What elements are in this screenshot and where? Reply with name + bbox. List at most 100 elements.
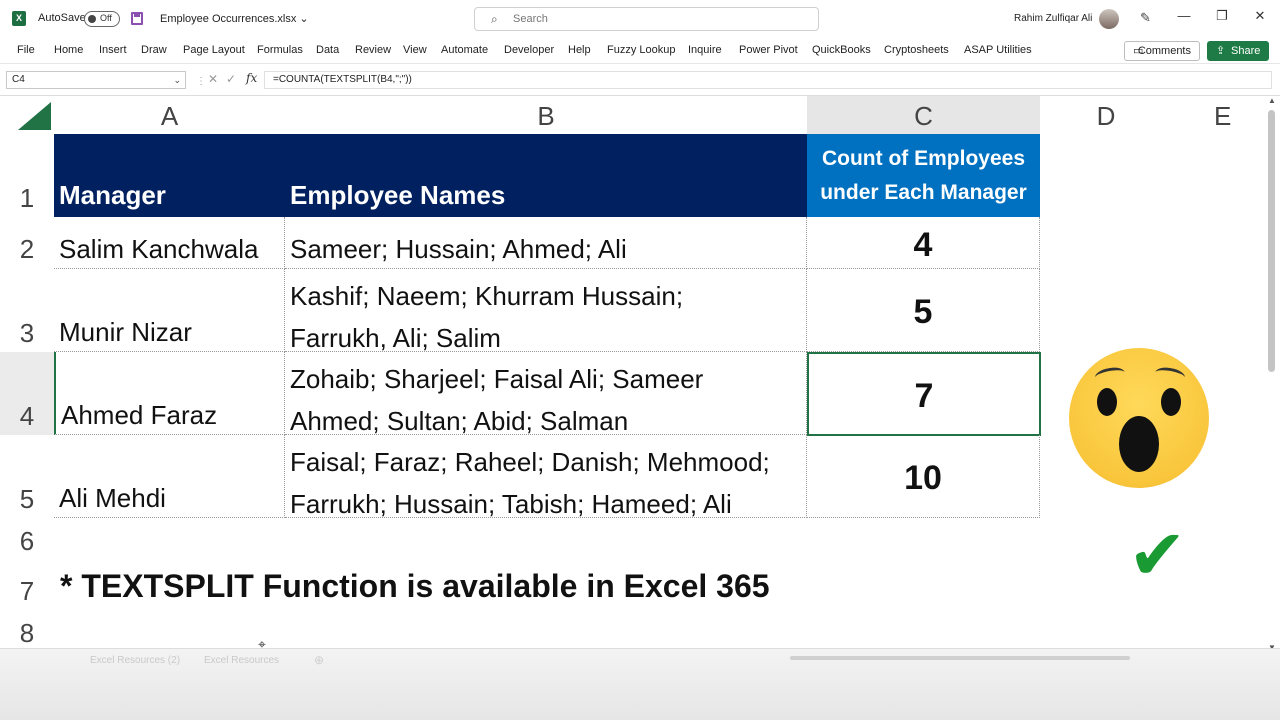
sheet-tab-excel-resources[interactable]: Excel Resources [204,655,279,666]
row-header-2[interactable]: 2 [0,217,54,269]
tab-home[interactable]: Home [54,44,83,56]
cell-c3-count[interactable]: 5 [807,269,1040,352]
select-all-triangle-icon [18,102,51,130]
cell-c4-count-active[interactable]: 7 [807,352,1041,436]
chevron-down-icon[interactable]: ⌄ [173,72,181,88]
horizontal-scrollbar[interactable] [790,656,1130,660]
cell-c5-count[interactable]: 10 [807,435,1040,518]
tab-insert[interactable]: Insert [99,44,127,56]
enter-icon[interactable]: ✓ [226,72,236,86]
employee-names-line1: Sameer; Hussain; Ahmed; Ali [290,234,627,264]
header-cell-manager[interactable]: Manager [54,134,285,217]
tab-cryptosheets[interactable]: Cryptosheets [884,44,949,56]
formula-input[interactable]: =COUNTA(TEXTSPLIT(B4,";")) [264,71,1272,89]
tab-data[interactable]: Data [316,44,339,56]
chevron-down-icon: ⌄ [299,13,309,25]
comments-button[interactable]: ▭ Comments [1124,41,1200,61]
cell-a3-manager[interactable]: Munir Nizar [54,269,285,352]
mouse-pointer-icon: ⌖ [258,636,266,652]
autosave-label: AutoSave [38,12,86,24]
scroll-thumb[interactable] [1268,110,1275,372]
header-count-line1: Count of Employees [821,147,1026,170]
checkmark-icon: ✔ [1128,516,1187,594]
tab-power-pivot[interactable]: Power Pivot [739,44,798,56]
tab-developer[interactable]: Developer [504,44,554,56]
restore-button[interactable]: ❐ [1212,8,1232,24]
column-header-c[interactable]: C [807,96,1040,134]
tab-help[interactable]: Help [568,44,591,56]
header-cell-count[interactable]: Count of Employees under Each Manager [807,134,1040,217]
tab-automate[interactable]: Automate [441,44,488,56]
autosave-toggle[interactable]: Off [84,11,120,27]
row-header-5[interactable]: 5 [0,435,54,518]
tab-inquire[interactable]: Inquire [688,44,722,56]
row-header-3[interactable]: 3 [0,269,54,352]
add-sheet-icon[interactable]: ⊕ [314,653,324,667]
cell-a5-manager[interactable]: Ali Mehdi [54,435,285,518]
cancel-icon[interactable]: ✕ [208,72,218,86]
share-button[interactable]: ⇪ Share [1207,41,1269,61]
cell-b2-employees[interactable]: Sameer; Hussain; Ahmed; Ali [285,217,807,269]
cell-b5-employees[interactable]: Faisal; Faraz; Raheel; Danish; Mehmood; … [285,435,807,518]
close-button[interactable]: ✕ [1250,8,1270,24]
tab-page-layout[interactable]: Page Layout [183,44,245,56]
manager-name: Ali Mehdi [59,483,166,513]
column-header-b[interactable]: B [285,96,807,134]
sheet-tab-excel-resources-2[interactable]: Excel Resources (2) [90,655,180,666]
vertical-scrollbar[interactable]: ▲ ▼ [1264,96,1280,652]
left-eyebrow [1094,365,1126,385]
share-label: Share [1231,45,1261,57]
pen-icon[interactable]: ✎ [1140,10,1151,26]
file-name-text: Employee Occurrences.xlsx [160,13,297,25]
employee-names-line1: Faisal; Faraz; Raheel; Danish; Mehmood; [290,447,770,477]
open-mouth [1119,416,1159,472]
tab-review[interactable]: Review [355,44,391,56]
column-header-e[interactable]: E [1172,96,1264,134]
save-icon[interactable] [131,12,143,25]
employee-names-line2: Ahmed; Sultan; Abid; Salman [290,406,629,435]
right-eyebrow [1154,365,1186,385]
cell-b3-employees[interactable]: Kashif; Naeem; Khurram Hussain; Farrukh,… [285,269,807,352]
row-header-6[interactable]: 6 [0,518,54,560]
cell-a2-manager[interactable]: Salim Kanchwala [54,217,285,269]
column-header-a[interactable]: A [54,96,285,134]
tab-file[interactable]: File [17,44,35,56]
row-header-4[interactable]: 4 [0,352,54,435]
search-icon: ⌕ [491,12,498,26]
cell-c2-count[interactable]: 4 [807,217,1040,269]
shocked-face-icon [1069,348,1209,488]
cell-a4-manager[interactable]: Ahmed Faraz [54,352,285,435]
scroll-up-icon[interactable]: ▲ [1268,96,1276,105]
share-icon: ⇪ [1216,45,1226,57]
row-header-7[interactable]: 7 [0,560,54,618]
minimize-button[interactable]: — [1174,8,1194,23]
manager-name: Salim Kanchwala [59,234,259,264]
employee-names-line1: Zohaib; Sharjeel; Faisal Ali; Sameer [290,364,704,394]
user-name[interactable]: Rahim Zulfiqar Ali [1014,13,1092,24]
name-box[interactable]: C4 ⌄ [6,71,186,89]
tab-asap-utilities[interactable]: ASAP Utilities [964,44,1032,56]
header-manager-text: Manager [59,180,166,210]
row-header-1[interactable]: 1 [0,134,54,217]
column-header-d[interactable]: D [1040,96,1172,134]
comments-icon: ▭ [1133,45,1144,57]
tab-formulas[interactable]: Formulas [257,44,303,56]
header-cell-employee-names[interactable]: Employee Names [285,134,807,217]
select-all-corner[interactable] [0,96,54,134]
manager-name: Ahmed Faraz [61,400,218,430]
tab-view[interactable]: View [403,44,427,56]
insert-function-icon[interactable]: fx [246,71,257,85]
tab-fuzzy-lookup[interactable]: Fuzzy Lookup [607,44,675,56]
tab-draw[interactable]: Draw [141,44,167,56]
toggle-knob [88,15,96,23]
employee-names-line1: Kashif; Naeem; Khurram Hussain; [290,281,684,311]
tab-quickbooks[interactable]: QuickBooks [812,44,871,56]
employee-names-line2: Farrukh, Ali; Salim [290,323,501,352]
excel-logo-icon[interactable]: X [12,11,26,26]
comments-label: Comments [1137,45,1191,57]
avatar[interactable] [1099,9,1119,29]
file-name[interactable]: Employee Occurrences.xlsx ⌄ [160,12,309,25]
search-input[interactable]: ⌕ Search [474,7,819,31]
row-header-8[interactable]: 8 [0,618,54,648]
cell-b4-employees[interactable]: Zohaib; Sharjeel; Faisal Ali; Sameer Ahm… [285,352,807,435]
